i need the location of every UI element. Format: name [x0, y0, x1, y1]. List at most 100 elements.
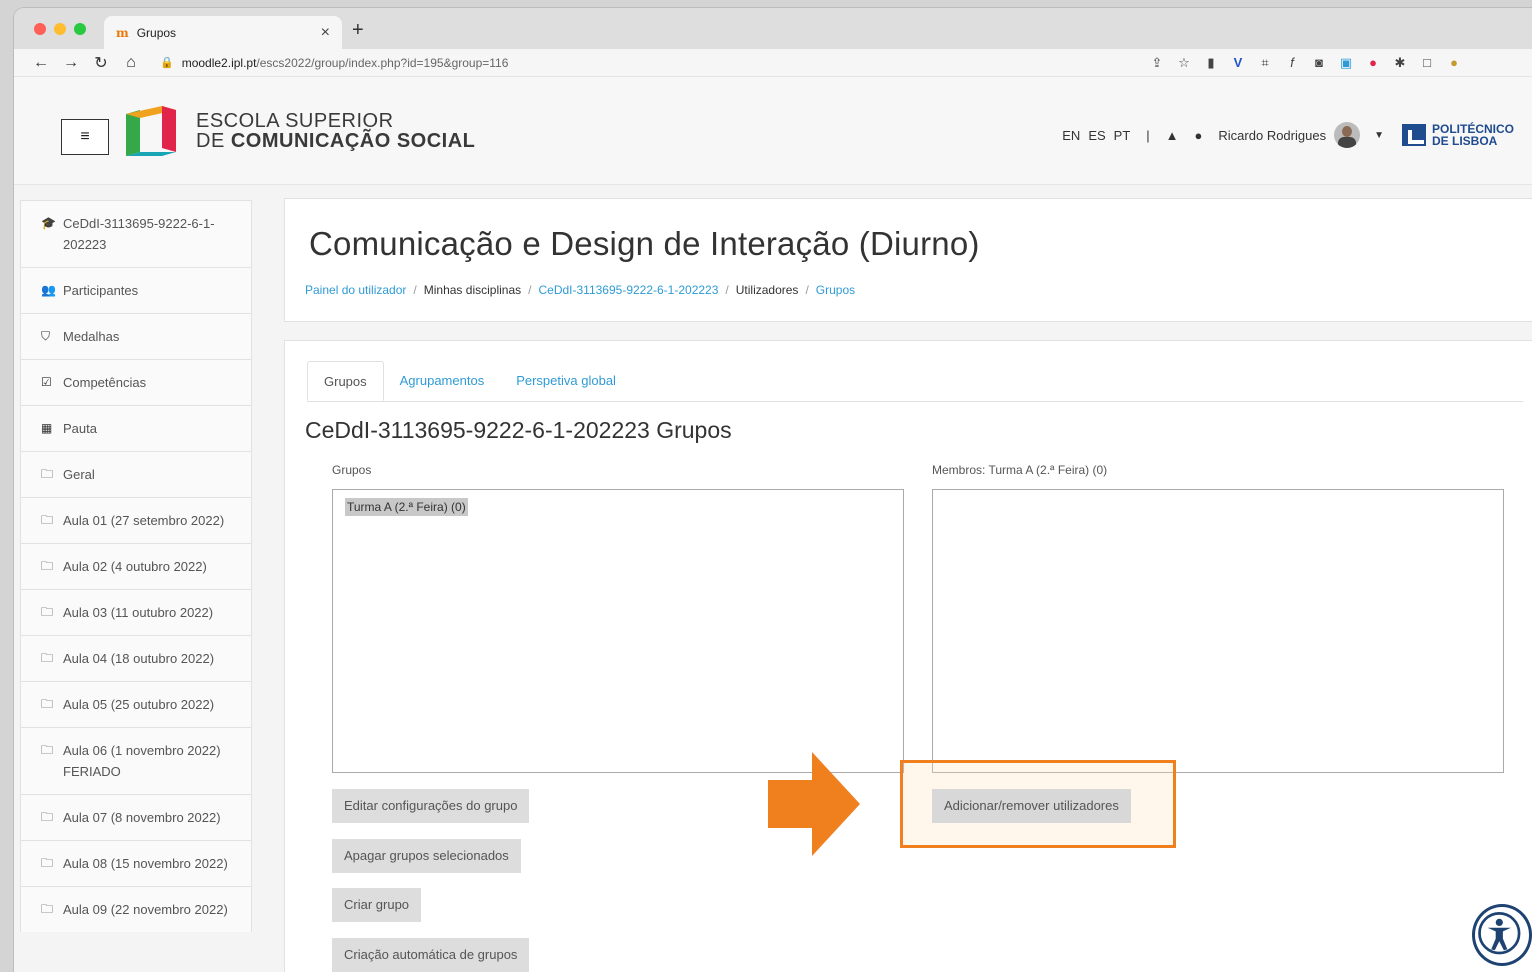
breadcrumb-item[interactable]: CeDdI-3113695-9222-6-1-202223: [538, 283, 718, 297]
folder-icon: 🗀: [41, 467, 54, 481]
window-controls: [34, 23, 86, 35]
extension-frame-icon[interactable]: ⌗: [1258, 55, 1272, 71]
delete-groups-button[interactable]: Apagar grupos selecionados: [332, 839, 521, 873]
browser-tab[interactable]: m Grupos ×: [104, 16, 342, 49]
sidebar-item-label: CeDdI-3113695-9222-6-1-202223: [63, 216, 215, 252]
extension-camera-icon[interactable]: ◙: [1312, 55, 1326, 70]
folder-icon: 🗀: [41, 513, 54, 527]
breadcrumb-item[interactable]: Painel do utilizador: [305, 283, 406, 297]
graduation-cap-icon: 🎓: [41, 216, 56, 230]
maximize-window-button[interactable]: [74, 23, 86, 35]
sidebar-item[interactable]: 🗀 Aula 02 (4 outubro 2022): [20, 543, 252, 589]
sidebar-item[interactable]: 🗀 Aula 09 (22 novembro 2022): [20, 886, 252, 932]
sidebar-item[interactable]: 🗀 Aula 06 (1 novembro 2022) FERIADO: [20, 727, 252, 794]
groups-select[interactable]: Turma A (2.ª Feira) (0): [332, 489, 904, 773]
sidebar-item-label: Aula 05 (25 outubro 2022): [63, 697, 215, 712]
bookmark-star-icon[interactable]: ☆: [1177, 55, 1191, 71]
folder-icon: 🗀: [41, 697, 54, 711]
page-title: Comunicação e Design de Interação (Diurn…: [309, 225, 980, 262]
url-path: /escs2022/group/index.php?id=195&group=1…: [256, 55, 509, 70]
sidebar-item[interactable]: 🗀 Aula 01 (27 setembro 2022): [20, 497, 252, 543]
profile-icon[interactable]: ●: [1447, 55, 1461, 70]
tab-perspetiva-global[interactable]: Perspetiva global: [500, 361, 632, 401]
close-tab-icon[interactable]: ×: [321, 24, 330, 42]
chat-icon[interactable]: ●: [1195, 128, 1203, 143]
moodle-favicon-icon: m: [116, 25, 129, 40]
extension-bars-icon[interactable]: ▮: [1204, 55, 1218, 71]
sidebar-item-label: Medalhas: [63, 329, 120, 344]
sidebar-item[interactable]: 🗀 Aula 04 (18 outubro 2022): [20, 635, 252, 681]
sidebar-item-label: Aula 08 (15 novembro 2022): [63, 856, 228, 871]
sidebar-item-label: Aula 02 (4 outubro 2022): [63, 559, 207, 574]
auto-create-groups-button[interactable]: Criação automática de grupos: [332, 938, 530, 972]
politecnico-logo[interactable]: POLITÉCNICO DE LISBOA: [1401, 123, 1514, 147]
edit-group-button[interactable]: Editar configurações do grupo: [332, 789, 530, 823]
folder-icon: 🗀: [41, 810, 54, 824]
extension-formula-icon[interactable]: f: [1285, 55, 1299, 70]
sidebar-item[interactable]: ☑ Competências: [20, 359, 252, 405]
browser-toolbar: ← → ↻ ⌂ 🔒 moodle2.ipl.pt /escs2022/group…: [14, 49, 1532, 77]
sidebar-item[interactable]: 🎓 CeDdI-3113695-9222-6-1-202223: [20, 200, 252, 267]
sidebar-item[interactable]: 👥 Participantes: [20, 267, 252, 313]
address-bar[interactable]: 🔒 moodle2.ipl.pt /escs2022/group/index.p…: [154, 52, 1134, 74]
sidebar-item-label: Aula 07 (8 novembro 2022): [63, 810, 221, 825]
lang-pt[interactable]: PT: [1114, 128, 1131, 143]
lock-icon: 🔒: [160, 57, 174, 69]
breadcrumb: Painel do utilizador / Minhas disciplinas /…: [305, 283, 855, 297]
lang-en[interactable]: EN: [1062, 128, 1080, 143]
reload-icon[interactable]: ↻: [86, 53, 116, 73]
logo-line-1: ESCOLA SUPERIOR: [196, 110, 394, 132]
avatar[interactable]: [1334, 122, 1361, 148]
url-domain: moodle2.ipl.pt: [181, 55, 257, 70]
extension-v-icon[interactable]: V: [1231, 55, 1245, 70]
groups-label: Grupos: [332, 463, 372, 477]
sidebar-item[interactable]: 🗀 Aula 08 (15 novembro 2022): [20, 840, 252, 886]
course-sidebar: 🎓 CeDdI-3113695-9222-6-1-202223 👥 Participa…: [20, 200, 252, 932]
menu-toggle-button[interactable]: ≡: [61, 119, 109, 155]
accessibility-icon[interactable]: [1472, 904, 1532, 966]
share-icon[interactable]: ⇪: [1150, 55, 1164, 71]
lang-es[interactable]: ES: [1088, 128, 1105, 143]
escs-logo-icon: [126, 106, 176, 156]
create-group-button[interactable]: Criar grupo: [332, 888, 422, 922]
sidebar-item[interactable]: ▦ Pauta: [20, 405, 252, 451]
bell-icon[interactable]: ▲: [1166, 128, 1179, 143]
group-option[interactable]: Turma A (2.ª Feira) (0): [345, 498, 468, 516]
politecnico-logo-icon: [1401, 124, 1426, 146]
annotation-arrow-icon: [768, 752, 860, 856]
sidebar-item-label: Aula 09 (22 novembro 2022): [63, 902, 228, 917]
sidebar-item-label: Competências: [63, 375, 147, 390]
sidebar-item[interactable]: 🗀 Geral: [20, 451, 252, 497]
sidebar-item-label: Aula 06 (1 novembro 2022) FERIADO: [63, 743, 221, 779]
forward-icon[interactable]: →: [56, 54, 86, 72]
sidebar-toggle-icon[interactable]: □: [1420, 55, 1434, 70]
extensions-puzzle-icon[interactable]: ✱: [1393, 55, 1407, 71]
sidebar-item[interactable]: 🗀 Aula 07 (8 novembro 2022): [20, 794, 252, 840]
breadcrumb-item[interactable]: Grupos: [816, 283, 855, 297]
back-icon[interactable]: ←: [26, 54, 56, 72]
user-name[interactable]: Ricardo Rodrigues: [1218, 128, 1326, 143]
breadcrumb-separator: /: [413, 283, 417, 297]
logo-line-2: DE COMUNICAÇÃO SOCIAL: [196, 130, 476, 152]
tab-grupos[interactable]: Grupos: [307, 361, 384, 401]
sidebar-item-label: Participantes: [63, 283, 139, 298]
school-logo-text[interactable]: ESCOLA SUPERIOR DE COMUNICAÇÃO SOCIAL: [196, 111, 475, 151]
close-window-button[interactable]: [34, 23, 46, 35]
tab-agrupamentos[interactable]: Agrupamentos: [384, 361, 501, 401]
chevron-down-icon[interactable]: ▼: [1374, 130, 1384, 141]
sidebar-item[interactable]: 🗀 Aula 05 (25 outubro 2022): [20, 681, 252, 727]
add-remove-users-button[interactable]: Adicionar/remover utilizadores: [932, 789, 1131, 823]
home-icon[interactable]: ⌂: [116, 54, 146, 72]
sidebar-item-label: Geral: [63, 467, 95, 482]
folder-icon: 🗀: [41, 743, 54, 757]
extension-red-icon[interactable]: ●: [1366, 55, 1380, 70]
folder-icon: 🗀: [41, 605, 54, 619]
table-icon: ▦: [41, 421, 53, 435]
sidebar-item[interactable]: 🗀 Aula 03 (11 outubro 2022): [20, 589, 252, 635]
minimize-window-button[interactable]: [54, 23, 66, 35]
extension-calendar-icon[interactable]: ▣: [1339, 55, 1353, 71]
course-header-card: Comunicação e Design de Interação (Diurn…: [284, 198, 1532, 322]
members-select[interactable]: [932, 489, 1504, 773]
sidebar-item[interactable]: ⛉ Medalhas: [20, 313, 252, 359]
new-tab-button[interactable]: +: [352, 19, 364, 42]
